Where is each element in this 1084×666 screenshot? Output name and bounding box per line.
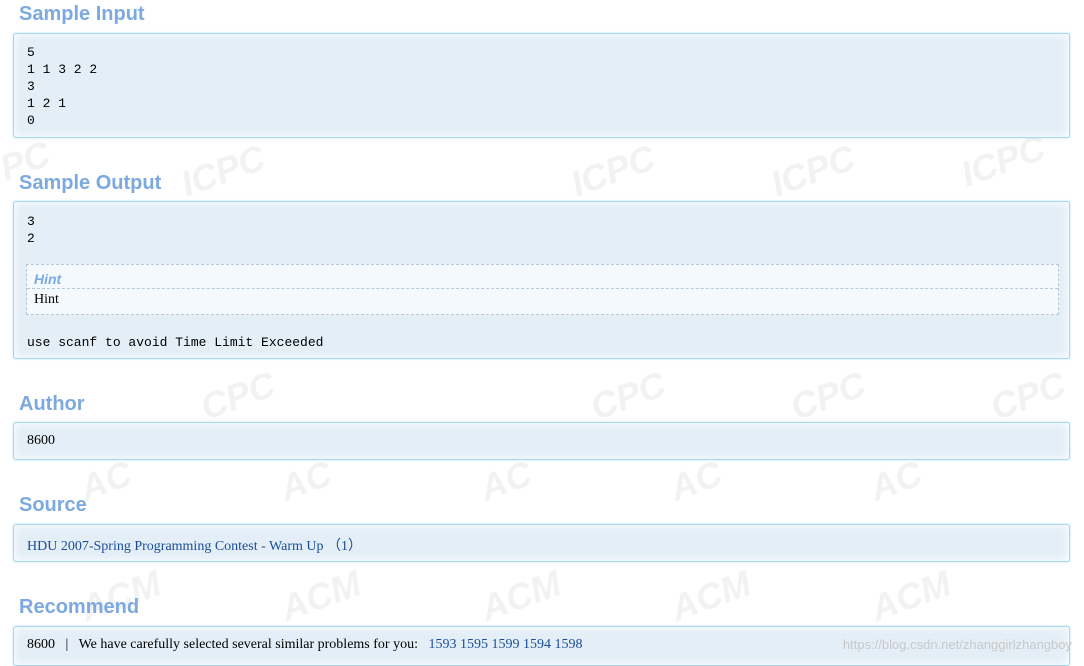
watermark-text: AC bbox=[474, 452, 538, 509]
recommend-separator: | bbox=[65, 637, 69, 652]
sample-input-heading: Sample Input bbox=[19, 3, 145, 25]
watermark-text: AC bbox=[274, 452, 338, 509]
recommend-problem-link[interactable]: 1593 bbox=[428, 637, 456, 652]
watermark-text: AC bbox=[664, 452, 728, 509]
recommend-text: We have carefully selected several simil… bbox=[78, 637, 418, 652]
recommend-problem-link[interactable]: 1598 bbox=[554, 637, 582, 652]
watermark-text: CPC bbox=[985, 363, 1071, 428]
watermark-text: ACM bbox=[665, 562, 757, 629]
recommend-problem-link[interactable]: 1594 bbox=[523, 637, 551, 652]
watermark-text: ICPC bbox=[565, 136, 661, 205]
hint-title: Hint bbox=[27, 265, 1058, 289]
watermark-text: ICPC bbox=[175, 136, 271, 205]
author-text: 8600 bbox=[27, 433, 55, 448]
source-link[interactable]: HDU 2007-Spring Programming Contest - Wa… bbox=[27, 535, 362, 555]
recommend-problem-link[interactable]: 1599 bbox=[491, 637, 519, 652]
sample-output-panel: 3 2 Hint Hint use scanf to avoid Time Li… bbox=[13, 201, 1070, 359]
sample-input-panel: 5 1 1 3 2 2 3 1 2 1 0 bbox=[13, 33, 1070, 138]
author-panel: 8600 bbox=[13, 422, 1070, 460]
watermark-text: ACM bbox=[865, 562, 957, 629]
watermark-text: ICPC bbox=[765, 136, 861, 205]
watermark-text: ACM bbox=[275, 562, 367, 629]
watermark-text: AC bbox=[864, 452, 928, 509]
recommend-author: 8600 bbox=[27, 637, 55, 652]
hint-body: Hint bbox=[34, 292, 59, 307]
source-panel: HDU 2007-Spring Programming Contest - Wa… bbox=[13, 524, 1070, 562]
blog-watermark: https://blog.csdn.net/zhanggirlzhangboy bbox=[842, 637, 1072, 652]
sample-output-text: 3 2 bbox=[27, 214, 35, 246]
sample-input-text: 5 1 1 3 2 2 3 1 2 1 0 bbox=[27, 45, 98, 128]
recommend-heading: Recommend bbox=[19, 596, 140, 618]
watermark-text: ACM bbox=[475, 562, 567, 629]
watermark-text: CPC bbox=[585, 363, 671, 428]
watermark-text: CPC bbox=[785, 363, 871, 428]
hint-note: use scanf to avoid Time Limit Exceeded bbox=[27, 335, 324, 350]
sample-output-heading: Sample Output bbox=[19, 172, 162, 194]
source-heading: Source bbox=[19, 494, 87, 516]
hint-box: Hint Hint bbox=[26, 264, 1059, 315]
recommend-line: 8600 | We have carefully selected severa… bbox=[27, 637, 582, 653]
author-heading: Author bbox=[19, 393, 85, 415]
watermark-text: CPC bbox=[195, 363, 281, 428]
recommend-problem-link[interactable]: 1595 bbox=[460, 637, 488, 652]
